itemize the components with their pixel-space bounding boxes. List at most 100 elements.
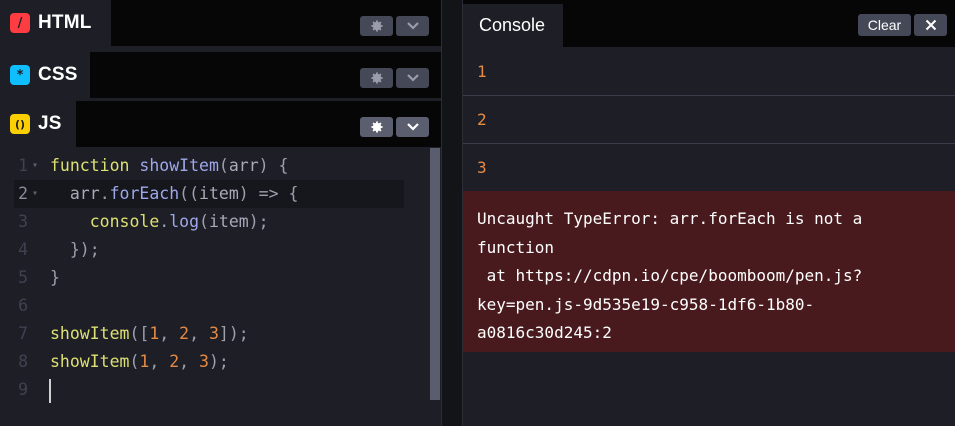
code-line[interactable]: 1 ▾ function showItem(arr) { (0, 152, 428, 180)
code-token: ]); (218, 324, 249, 343)
code-line[interactable]: 4 }); (0, 236, 428, 264)
gear-icon (370, 20, 383, 32)
code-token: arr (69, 184, 100, 203)
code-text: arr.forEach((item) => { (50, 180, 299, 208)
code-text: }); (50, 236, 100, 264)
code-token: 2 (169, 352, 180, 371)
code-line[interactable]: 7 showItem([1, 2, 3]); (0, 320, 428, 348)
line-number: 4 (18, 240, 28, 259)
code-token: } (50, 268, 60, 287)
code-line[interactable]: 2 ▾ arr.forEach((item) => { (0, 180, 428, 208)
code-text: console.log(item); (50, 208, 269, 236)
code-token: item (208, 212, 249, 231)
pane-resize-handle[interactable] (441, 0, 463, 426)
editor-column: / HTML * CSS () JS 1 ▾ function showItem… (0, 0, 441, 426)
line-number: 8 (18, 352, 28, 371)
code-token: showItem (50, 352, 130, 371)
code-token: ) (258, 156, 269, 175)
code-token: showItem (139, 156, 219, 175)
code-token: 1 (139, 352, 150, 371)
chevron-down-icon (406, 22, 419, 30)
code-token: 2 (179, 324, 190, 343)
code-line[interactable]: 8 showItem(1, 2, 3); (0, 348, 428, 376)
code-token: ); (208, 352, 229, 371)
css-settings-button[interactable] (360, 68, 393, 88)
chevron-down-icon (406, 74, 419, 82)
code-token: ) (238, 184, 249, 203)
fold-arrow-icon[interactable]: ▾ (32, 180, 38, 208)
tab-js[interactable]: () JS (0, 101, 76, 147)
line-number: 5 (18, 268, 28, 287)
code-token: function (50, 156, 130, 175)
tab-console[interactable]: Console (463, 4, 563, 47)
code-text: showItem(1, 2, 3); (50, 348, 229, 376)
code-token: ([ (129, 324, 150, 343)
error-text-line: key=pen.js-9d535e19-c958-1df6-1b80- (477, 294, 815, 314)
line-number: 3 (18, 212, 28, 231)
code-token: { (288, 184, 299, 203)
tab-css-label: CSS (38, 64, 78, 85)
clear-console-button[interactable]: Clear (858, 14, 911, 36)
html-collapse-button[interactable] (396, 16, 429, 36)
editor-horizontal-scrollbar[interactable] (0, 413, 441, 426)
code-token: }); (69, 240, 100, 259)
error-text-line: a0816c30d245:2 (477, 323, 612, 342)
code-token: log (169, 212, 200, 231)
console-log-entry: 2 (463, 96, 955, 144)
console-header: Console Clear (463, 0, 955, 47)
code-token: . (159, 212, 170, 231)
console-log-entry: 1 (463, 48, 955, 96)
code-text: showItem([1, 2, 3]); (50, 320, 249, 348)
code-token: showItem (50, 324, 130, 343)
js-code-editor[interactable]: 1 ▾ function showItem(arr) {2 ▾ arr.forEach… (0, 148, 428, 413)
close-console-button[interactable] (914, 14, 947, 36)
code-token: , (159, 324, 170, 343)
fold-arrow-icon[interactable]: ▾ (32, 152, 38, 180)
js-badge-icon: () (10, 114, 30, 134)
error-text-line: function (477, 237, 555, 257)
tab-css[interactable]: * CSS (0, 52, 90, 98)
code-token: console (89, 212, 160, 231)
code-token: , (149, 352, 160, 371)
js-panel-header: () JS (0, 101, 441, 147)
html-badge-icon: / (10, 13, 30, 33)
code-token: arr (228, 156, 259, 175)
gear-icon (370, 72, 383, 84)
gear-icon (370, 121, 383, 133)
editor-scrollbar-thumb[interactable] (430, 148, 440, 400)
html-settings-button[interactable] (360, 16, 393, 36)
code-token: 3 (199, 352, 209, 371)
css-collapse-button[interactable] (396, 68, 429, 88)
code-token: ( (218, 156, 229, 175)
tab-html[interactable]: / HTML (0, 0, 111, 46)
code-line[interactable]: 3 console.log(item); (0, 208, 428, 236)
clear-button-label: Clear (867, 17, 902, 33)
line-number: 1 (18, 156, 28, 175)
code-text: function showItem(arr) { (50, 152, 288, 180)
error-text-line: Uncaught TypeError: arr.forEach is not a (477, 209, 863, 228)
code-text: } (50, 264, 60, 292)
close-icon (925, 19, 936, 31)
js-settings-button[interactable] (360, 117, 393, 137)
code-token: => (258, 184, 279, 203)
code-token: ( (199, 212, 209, 231)
code-token: , (179, 352, 190, 371)
css-panel-header: * CSS (0, 52, 441, 98)
console-panel: Console Clear 1 2 3 Uncaught TypeError: … (463, 0, 955, 426)
text-cursor (49, 379, 51, 403)
code-line[interactable]: 5} (0, 264, 428, 292)
console-tab-label: Console (479, 15, 546, 35)
code-line[interactable]: 6 (0, 292, 428, 320)
code-token: , (189, 324, 200, 343)
js-collapse-button[interactable] (396, 117, 429, 137)
code-token: 1 (149, 324, 160, 343)
line-number: 7 (18, 324, 28, 343)
code-line[interactable]: 9 (0, 376, 428, 404)
code-token: ); (248, 212, 269, 231)
tab-js-label: JS (38, 113, 62, 134)
